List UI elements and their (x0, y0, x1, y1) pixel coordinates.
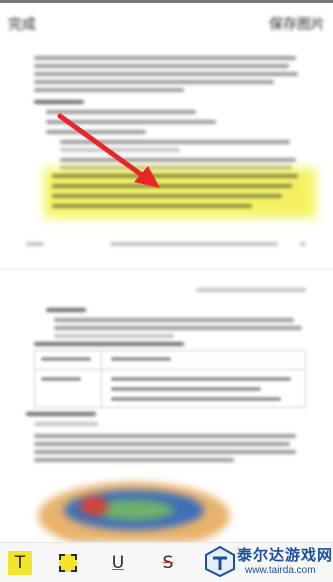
text-t-icon: T (14, 553, 26, 573)
highlight-tool-button[interactable] (56, 551, 80, 575)
site-watermark: 泰尔达游戏网 www.tairda.com (201, 540, 333, 582)
dashed-square-icon (59, 554, 77, 572)
underline-u-icon: U (111, 553, 125, 573)
document-page-1 (0, 44, 333, 268)
text-tool-button[interactable]: T (8, 551, 32, 575)
watermark-url: www.tairda.com (245, 565, 316, 576)
back-button[interactable]: 完成 (8, 14, 48, 36)
strikethrough-s-icon: S (162, 553, 174, 573)
status-strip (0, 0, 333, 3)
screen: 完成 保存图片 T U S 泰尔达游戏网 www.tairda.com (0, 0, 333, 582)
watermark-title: 泰尔达游戏网 (237, 547, 333, 564)
top-bar: 完成 保存图片 (0, 0, 333, 48)
underline-tool-button[interactable]: U (106, 551, 130, 575)
document-page-2 (0, 270, 333, 542)
red-arrow-annotation[interactable] (56, 112, 166, 192)
save-image-button[interactable]: 保存图片 (269, 14, 325, 36)
page-2-table (34, 350, 306, 408)
blurred-illustration (38, 482, 230, 542)
strikethrough-tool-button[interactable]: S (156, 551, 180, 575)
watermark-logo-icon (205, 545, 235, 578)
